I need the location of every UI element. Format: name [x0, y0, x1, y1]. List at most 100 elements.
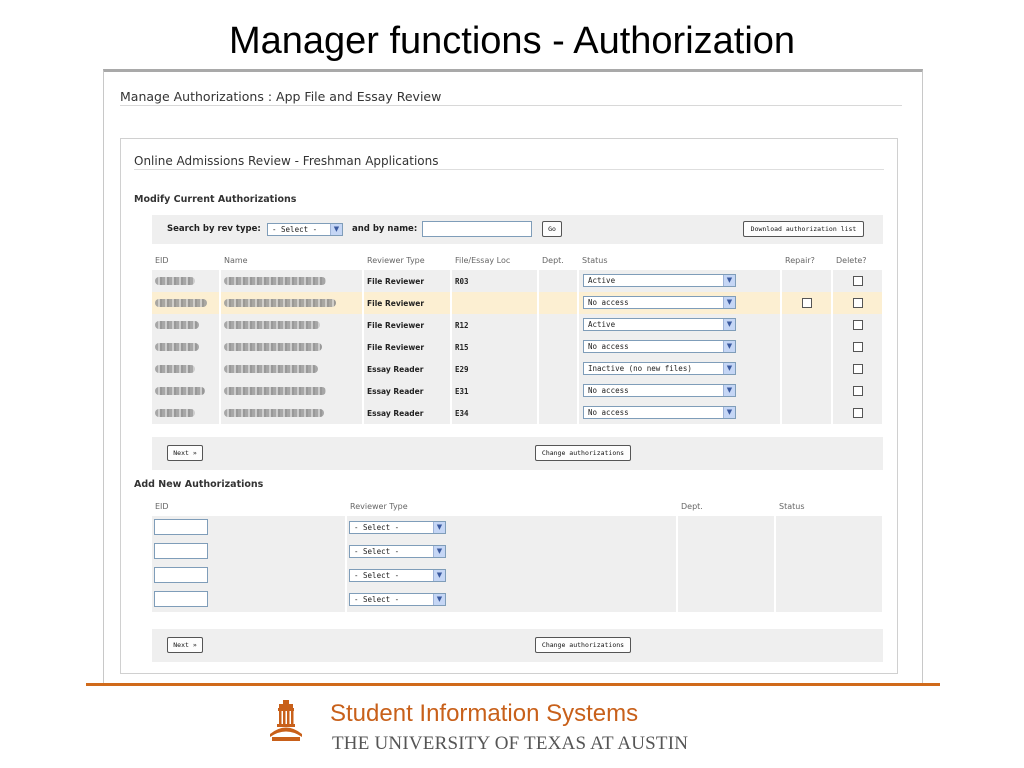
table-row: Essay Reader E29 Inactive (no new files) ▼ — [152, 358, 884, 380]
status-select[interactable]: Active ▼ — [583, 274, 736, 287]
repair-cell — [781, 380, 833, 402]
reviewer-type-cell: Essay Reader — [363, 402, 452, 424]
table-header-row: EID Name Reviewer Type File/Essay Loc De… — [152, 250, 884, 270]
slide-title: Manager functions - Authorization — [228, 20, 796, 62]
current-authorizations-table: EID Name Reviewer Type File/Essay Loc De… — [152, 250, 884, 424]
next-button[interactable]: Next » — [167, 637, 203, 653]
eid-input[interactable] — [154, 567, 208, 583]
status-cell: Active ▼ — [578, 270, 782, 292]
redacted-eid — [155, 343, 199, 351]
repair-cell — [781, 292, 833, 314]
delete-checkbox[interactable] — [852, 364, 863, 374]
reviewer-type-select[interactable]: - Select - ▼ — [349, 545, 446, 558]
chevron-down-icon: ▼ — [723, 363, 735, 374]
redacted-name — [224, 299, 336, 307]
name-cell — [220, 314, 364, 336]
status-cell: No access ▼ — [578, 380, 782, 402]
reviewer-type-cell: File Reviewer — [363, 292, 452, 314]
delete-checkbox[interactable] — [852, 276, 863, 286]
change-authorizations-button[interactable]: Change authorizations — [535, 637, 631, 653]
table-row: - Select - ▼ — [152, 564, 884, 588]
file-loc-cell: E31 — [451, 380, 539, 402]
delete-cell — [832, 270, 884, 292]
reviewer-type-cell: File Reviewer — [363, 314, 452, 336]
status-cell — [775, 540, 884, 564]
org-name: Student Information Systems — [330, 700, 639, 727]
chevron-down-icon: ▼ — [433, 546, 445, 557]
dept-cell — [677, 588, 776, 612]
footer-divider — [86, 683, 940, 686]
status-select[interactable]: No access ▼ — [583, 296, 736, 309]
download-authorization-list-button[interactable]: Download authorization list — [743, 221, 864, 237]
dept-cell — [538, 314, 579, 336]
delete-cell — [832, 336, 884, 358]
name-search-input[interactable] — [422, 221, 532, 237]
eid-cell — [152, 516, 347, 540]
eid-input[interactable] — [154, 591, 208, 607]
panel-title: Online Admissions Review - Freshman Appl… — [134, 154, 439, 168]
next-button[interactable]: Next » — [167, 445, 203, 461]
eid-cell — [152, 588, 347, 612]
repair-checkbox[interactable] — [801, 298, 812, 308]
chevron-down-icon: ▼ — [723, 275, 735, 286]
panel-title-divider — [134, 169, 884, 170]
reviewer-type-select[interactable]: - Select - ▼ — [349, 593, 446, 606]
status-cell: No access ▼ — [578, 336, 782, 358]
reviewer-type-select[interactable]: - Select - ▼ — [349, 569, 446, 582]
status-select[interactable]: No access ▼ — [583, 384, 736, 397]
search-name-label: and by name: — [352, 224, 418, 234]
dept-cell — [538, 358, 579, 380]
status-cell: No access ▼ — [578, 402, 782, 424]
name-cell — [220, 380, 364, 402]
col-status: Status — [775, 496, 884, 516]
table-header-row: EID Reviewer Type Dept. Status — [152, 496, 884, 516]
eid-input[interactable] — [154, 519, 208, 535]
delete-cell — [832, 402, 884, 424]
col-eid: EID — [152, 496, 347, 516]
rev-type-select[interactable]: - Select - ▼ — [267, 223, 343, 236]
status-select-value: Inactive (no new files) — [588, 364, 692, 373]
dept-cell — [538, 336, 579, 358]
chevron-down-icon: ▼ — [723, 319, 735, 330]
eid-cell — [152, 564, 347, 588]
status-select[interactable]: Active ▼ — [583, 318, 736, 331]
name-cell — [220, 402, 364, 424]
delete-checkbox[interactable] — [852, 342, 863, 352]
col-delete: Delete? — [832, 250, 884, 270]
eid-cell — [152, 292, 221, 314]
status-select[interactable]: Inactive (no new files) ▼ — [583, 362, 736, 375]
eid-cell — [152, 358, 221, 380]
redacted-name — [224, 343, 322, 351]
eid-cell — [152, 336, 221, 358]
chevron-down-icon: ▼ — [723, 341, 735, 352]
dept-cell — [677, 516, 776, 540]
file-loc-cell: R12 — [451, 314, 539, 336]
name-cell — [220, 336, 364, 358]
table-row: File Reviewer R15 No access ▼ — [152, 336, 884, 358]
dept-cell — [677, 564, 776, 588]
status-select[interactable]: No access ▼ — [583, 406, 736, 419]
col-status: Status — [578, 250, 782, 270]
reviewer-type-cell: Essay Reader — [363, 380, 452, 402]
reviewer-type-cell: File Reviewer — [363, 270, 452, 292]
delete-checkbox[interactable] — [852, 298, 863, 308]
delete-checkbox[interactable] — [852, 408, 863, 418]
col-dept: Dept. — [538, 250, 579, 270]
status-cell: No access ▼ — [578, 292, 782, 314]
reviewer-type-select[interactable]: - Select - ▼ — [349, 521, 446, 534]
redacted-eid — [155, 409, 195, 417]
delete-checkbox[interactable] — [852, 386, 863, 396]
eid-input[interactable] — [154, 543, 208, 559]
table-row: - Select - ▼ — [152, 540, 884, 564]
modify-actions-bar: Next » Change authorizations — [152, 437, 883, 470]
dept-cell — [538, 292, 579, 314]
change-authorizations-button[interactable]: Change authorizations — [535, 445, 631, 461]
go-button[interactable]: Go — [542, 221, 562, 237]
status-select-value: No access — [588, 386, 629, 395]
status-select[interactable]: No access ▼ — [583, 340, 736, 353]
repair-cell — [781, 270, 833, 292]
delete-checkbox[interactable] — [852, 320, 863, 330]
review-panel: Online Admissions Review - Freshman Appl… — [120, 138, 898, 674]
file-loc-cell: E34 — [451, 402, 539, 424]
window-title: Manage Authorizations : App File and Ess… — [120, 89, 442, 104]
